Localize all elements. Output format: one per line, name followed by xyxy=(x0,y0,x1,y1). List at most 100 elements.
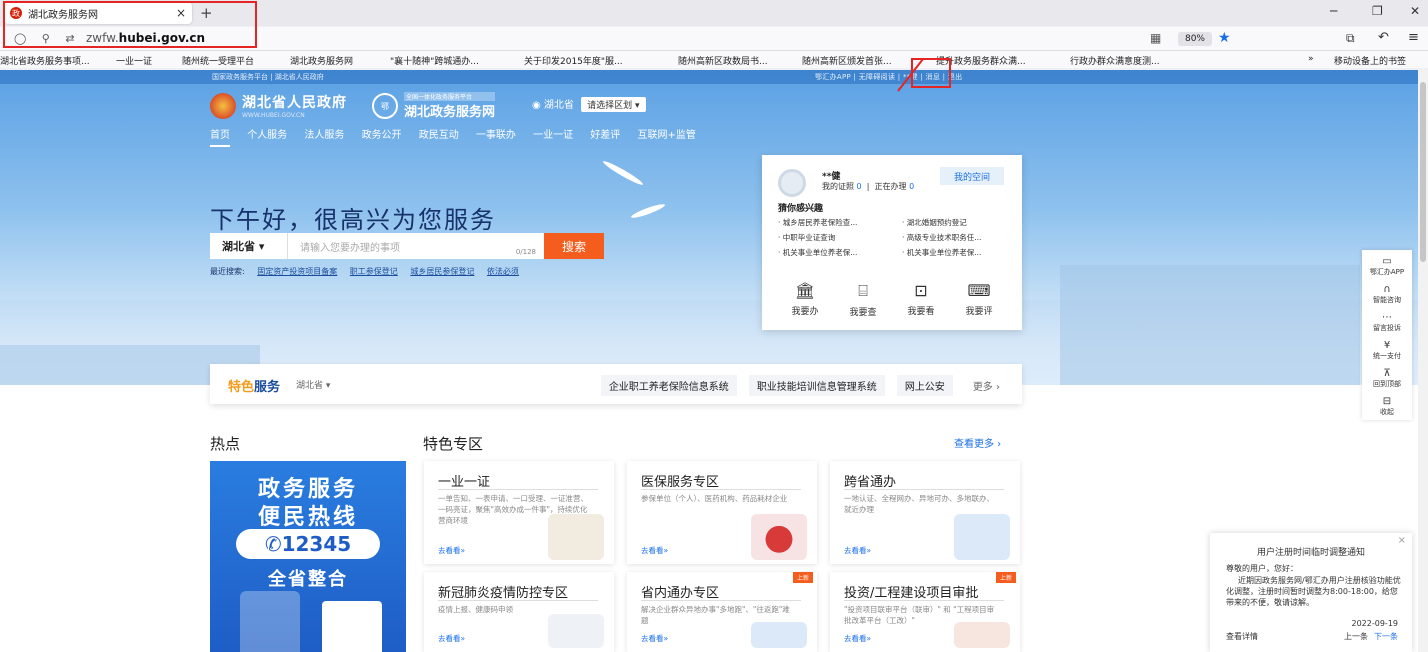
nav-one-license[interactable]: 一业一证 xyxy=(533,130,573,141)
action-handle[interactable]: 🏛 我要办 xyxy=(791,281,818,318)
bank-icon: 🏛 xyxy=(794,281,816,300)
guess-item[interactable]: · 湖北婚姻预约登记 xyxy=(902,217,967,228)
feature-more-link[interactable]: 更多 › xyxy=(965,375,1008,396)
qr-code-icon[interactable]: ▦ xyxy=(1150,31,1161,45)
hotline-banner[interactable]: 政务服务 便民热线 ✆ 12345 全省整合 xyxy=(210,461,406,652)
bookmark-item[interactable]: 关于印发2015年度"服... xyxy=(524,54,623,67)
message-icon: ⋯ xyxy=(1382,312,1392,323)
mobile-bookmarks[interactable]: 移动设备上的书签 xyxy=(1334,54,1406,67)
feature-province-select[interactable]: 湖北省 ▾ xyxy=(296,378,330,391)
sidebar-app[interactable]: ▭ 鄂汇办APP xyxy=(1362,256,1412,277)
bookmark-item[interactable]: 湖北省政务服务事项... xyxy=(0,54,90,67)
recent-item[interactable]: 固定资产投资项目备案 xyxy=(257,267,337,276)
zone-card-link[interactable]: 去看看» xyxy=(844,633,871,644)
notice-greeting: 尊敬的用户，您好： xyxy=(1226,564,1298,573)
zone-card-link[interactable]: 去看看» xyxy=(641,633,668,644)
crane-illustration xyxy=(954,622,1010,648)
floating-sidebar: ▭ 鄂汇办APP ∩ 智能咨询 ⋯ 留言投诉 ¥ 统一支付 ⊼ 回到顶部 ⊟ 收起 xyxy=(1362,250,1412,420)
sidebar-complaint[interactable]: ⋯ 留言投诉 xyxy=(1362,312,1412,333)
my-space-button[interactable]: 我的空间 xyxy=(940,167,1004,185)
action-view[interactable]: ⊡ 我要看 xyxy=(907,281,934,318)
search-doc-icon: ⌸ xyxy=(858,281,868,300)
zone-card-link[interactable]: 去看看» xyxy=(438,545,465,556)
guess-item[interactable]: · 机关事业单位养老保... xyxy=(778,247,857,258)
nav-legal[interactable]: 法人服务 xyxy=(304,130,344,141)
medical-worker-illustration xyxy=(548,614,604,648)
guess-item[interactable]: · 中职毕业证查询 xyxy=(778,232,835,243)
scrollbar-thumb[interactable] xyxy=(1420,82,1426,262)
search-region-select[interactable]: 湖北省 ▾ xyxy=(210,233,288,259)
zone-card[interactable]: 一业一证 一单告知、一表申请、一口受理、一证准营、一码亮证，聚焦"高效办成一件事… xyxy=(424,461,614,564)
nav-home[interactable]: 首页 xyxy=(210,130,230,147)
divider xyxy=(844,600,1004,601)
bookmark-item[interactable]: 随州统一受理平台 xyxy=(182,54,254,67)
nav-interaction[interactable]: 政民互动 xyxy=(419,130,459,141)
action-query[interactable]: ⌸ 我要查 xyxy=(849,281,876,318)
bookmark-item[interactable]: 湖北政务服务网 xyxy=(290,54,353,67)
sidebar-collapse[interactable]: ⊟ 收起 xyxy=(1362,396,1412,417)
sidebar-pay[interactable]: ¥ 统一支付 xyxy=(1362,340,1412,361)
back-share-icon[interactable]: ↶ xyxy=(1378,30,1389,45)
action-rate[interactable]: ⌨ 我要评 xyxy=(965,281,992,318)
zone-card[interactable]: 跨省通办 一地认证、全程网办、异地可办、多地联办、就近办理 去看看» xyxy=(830,461,1020,564)
menu-icon[interactable]: ≡ xyxy=(1408,30,1419,45)
nav-joint[interactable]: 一事联办 xyxy=(476,130,516,141)
zone-card-title: 投资/工程建设项目审批 xyxy=(844,586,979,601)
notice-next[interactable]: 下一条 xyxy=(1374,632,1398,641)
recent-item[interactable]: 依法必须 xyxy=(487,267,519,276)
portal-logo[interactable]: 鄂 全国一体化政务服务平台 湖北政务服务网 xyxy=(372,92,496,120)
avatar[interactable] xyxy=(778,169,806,197)
extensions-icon[interactable]: ⧉ xyxy=(1346,31,1355,46)
view-more-link[interactable]: 查看更多 › xyxy=(954,435,1001,450)
restore-icon[interactable]: ❐ xyxy=(1372,4,1383,18)
bookmark-item[interactable]: 一业一证 xyxy=(116,54,152,67)
zone-card-link[interactable]: 去看看» xyxy=(844,545,871,556)
phone-illustration xyxy=(240,591,300,652)
notice-popup: × 用户注册时间临时调整通知 尊敬的用户，您好： 近期因政务服务网/鄂汇办用户注… xyxy=(1210,533,1412,652)
zone-card[interactable]: 上新 投资/工程建设项目审批 "投资项目联审平台（联审）" 和 "工程项目审批改… xyxy=(830,572,1020,652)
nav-rating[interactable]: 好差评 xyxy=(590,130,620,141)
zone-card-link[interactable]: 去看看» xyxy=(641,545,668,556)
feature-link[interactable]: 网上公安 xyxy=(896,375,953,396)
guess-item[interactable]: · 城乡居民养老保险查... xyxy=(778,217,857,228)
recent-item[interactable]: 城乡居民参保登记 xyxy=(410,267,474,276)
nav-supervision[interactable]: 互联网+监管 xyxy=(638,130,696,141)
bookmark-item[interactable]: 随州高新区颁发首张... xyxy=(802,54,892,67)
page-scrollbar[interactable] xyxy=(1418,70,1428,652)
zone-card[interactable]: 上新 省内通办专区 解决企业群众异地办事"多地跑"、"往返跑"难题 去看看» xyxy=(627,572,817,652)
guess-item[interactable]: · 高级专业技术职务任... xyxy=(902,232,981,243)
top-left-links[interactable]: 国家政务服务平台 | 湖北省人民政府 xyxy=(212,72,324,82)
zoom-level[interactable]: 80% xyxy=(1178,32,1212,46)
window-close-icon[interactable]: ✕ xyxy=(1410,4,1420,18)
feature-links: 企业职工养老保险信息系统 职业技能培训信息管理系统 网上公安 更多 › xyxy=(589,375,1008,396)
mobile-icon: ▭ xyxy=(1382,256,1392,267)
search-input[interactable]: 请输入您要办理的事项 0/128 xyxy=(288,233,544,259)
bookmark-item[interactable]: "襄十随神"跨城通办... xyxy=(390,54,479,67)
bookmark-star-icon[interactable]: ★ xyxy=(1218,30,1231,46)
nav-open-gov[interactable]: 政务公开 xyxy=(362,130,402,141)
zone-card[interactable]: 新冠肺炎疫情防控专区 疫情上报、健康码申领 去看看» xyxy=(424,572,614,652)
feature-link[interactable]: 职业技能培训信息管理系统 xyxy=(748,375,885,396)
notice-prev[interactable]: 上一条 xyxy=(1344,632,1368,641)
guess-item[interactable]: · 机关事业单位养老保... xyxy=(902,247,981,258)
zone-card-link[interactable]: 去看看» xyxy=(438,633,465,644)
region-selector[interactable]: ◉ 湖北省 请选择区划 ▾ xyxy=(532,96,646,112)
bookmark-overflow[interactable]: » xyxy=(1308,54,1314,64)
minimize-icon[interactable]: ─ xyxy=(1330,4,1337,18)
gov-logo[interactable]: 湖北省人民政府 WWW.HUBEI.GOV.CN xyxy=(210,92,347,119)
recent-item[interactable]: 职工参保登记 xyxy=(350,267,398,276)
bookmark-item[interactable]: 行政办群众满意度测... xyxy=(1070,54,1160,67)
bookmark-item[interactable]: 随州高新区政数局书... xyxy=(678,54,768,67)
notice-title: 用户注册时间临时调整通知 xyxy=(1256,548,1365,558)
monitor-icon: ⊡ xyxy=(914,281,928,300)
feature-title: 特色服务 xyxy=(228,380,281,395)
region-select-button[interactable]: 请选择区划 ▾ xyxy=(581,97,646,112)
sidebar-consult[interactable]: ∩ 智能咨询 xyxy=(1362,284,1412,305)
notice-detail-link[interactable]: 查看详情 xyxy=(1226,631,1258,642)
zone-card[interactable]: 医保服务专区 参保单位（个人）、医药机构、药品耗材企业 去看看» xyxy=(627,461,817,564)
feature-link[interactable]: 企业职工养老保险信息系统 xyxy=(600,375,737,396)
sidebar-top[interactable]: ⊼ 回到顶部 xyxy=(1362,368,1412,389)
search-button[interactable]: 搜索 xyxy=(544,233,604,259)
notice-date: 2022-09-19 xyxy=(1351,619,1399,628)
nav-personal[interactable]: 个人服务 xyxy=(247,130,287,141)
